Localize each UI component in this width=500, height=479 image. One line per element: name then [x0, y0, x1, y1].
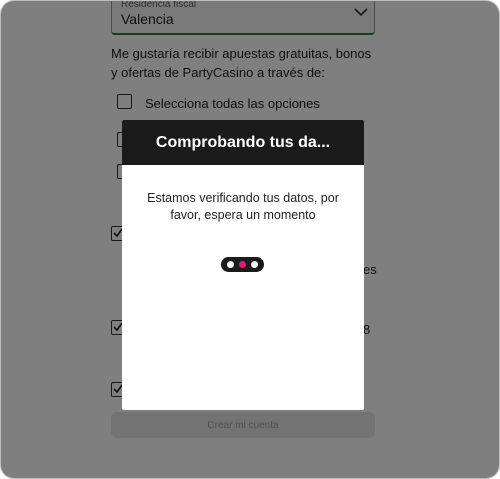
loader-dot-active	[239, 261, 246, 268]
loader-dot	[251, 261, 258, 268]
verification-dialog: Comprobando tus da... Estamos verificand…	[122, 120, 364, 410]
loading-spinner-icon	[221, 257, 264, 272]
loader-dot	[227, 261, 234, 268]
dialog-title: Comprobando tus da...	[122, 120, 364, 165]
screen-frame: Residencia fiscal Valencia Me gustaría r…	[0, 0, 500, 479]
dialog-message: Estamos verificando tus datos, por favor…	[147, 191, 339, 222]
